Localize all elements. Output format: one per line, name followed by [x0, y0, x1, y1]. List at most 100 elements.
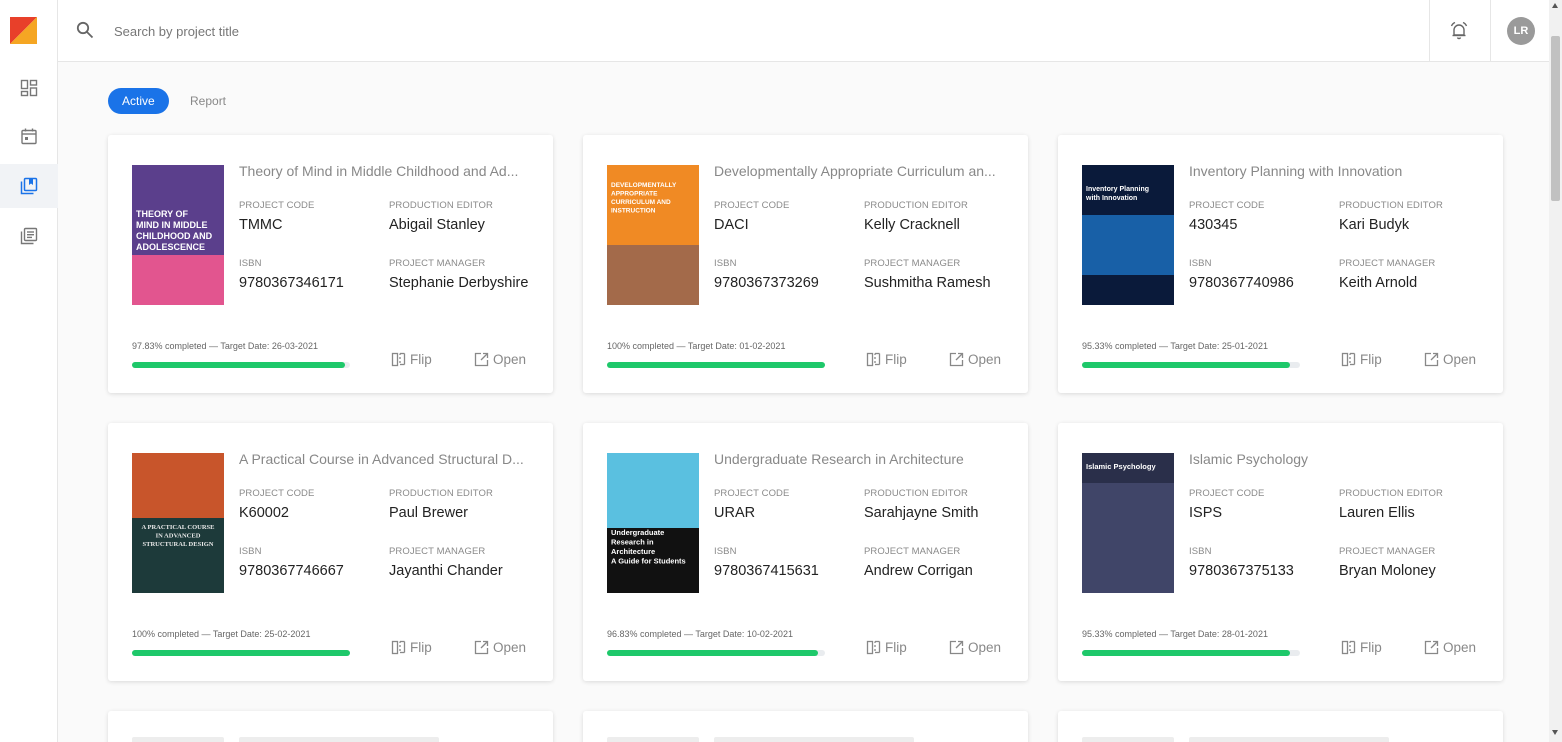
project-card[interactable]: A PRACTICAL COURSE IN ADVANCED STRUCTURAL … — [108, 423, 553, 681]
project-manager-value: Andrew Corrigan — [864, 563, 973, 579]
isbn-value: 9780367375133 — [1189, 563, 1294, 579]
progress-fill — [1082, 362, 1290, 368]
project-card[interactable]: Islamic Psychology Islamic Psychology PR… — [1058, 423, 1503, 681]
progress-text: 96.83% completed — Target Date: 10-02-20… — [607, 629, 793, 639]
document-list-icon — [20, 227, 38, 245]
open-label: Open — [493, 351, 527, 367]
project-card[interactable]: THEORY OF MIND IN MIDDLE CHILDHOOD AND ADOL… — [108, 135, 553, 393]
project-code-label: PROJECT CODE — [714, 488, 790, 499]
open-button[interactable]: Open — [474, 349, 526, 369]
production-editor-label: PRODUCTION EDITOR — [389, 200, 493, 211]
dashboard-icon — [20, 79, 38, 97]
cover-title-line: IN ADVANCED — [156, 533, 201, 540]
project-manager-value: Keith Arnold — [1339, 275, 1418, 291]
production-editor-label: PRODUCTION EDITOR — [389, 488, 493, 499]
open-button[interactable]: Open — [1424, 349, 1476, 369]
project-code-value: TMMC — [239, 217, 283, 233]
cover-title-line: Research in — [611, 538, 654, 547]
project-code-label: PROJECT CODE — [1189, 488, 1265, 499]
progress-fill — [132, 362, 346, 368]
scroll-down-arrow[interactable] — [1552, 730, 1558, 735]
cover-title-line: A PRACTICAL COURSE — [142, 524, 215, 531]
topbar-divider — [1429, 0, 1430, 62]
flip-button[interactable]: Flip — [866, 637, 907, 657]
page-scrollbar[interactable] — [1549, 0, 1562, 742]
open-label: Open — [1443, 351, 1477, 367]
open-button[interactable]: Open — [474, 637, 526, 657]
book-cover[interactable]: Islamic Psychology — [1082, 453, 1174, 593]
isbn-value: 9780367346171 — [239, 275, 344, 291]
book-cover[interactable]: THEORY OF MIND IN MIDDLE CHILDHOOD AND ADOL… — [132, 165, 224, 305]
open-button[interactable]: Open — [1424, 637, 1476, 657]
project-card[interactable] — [108, 711, 553, 742]
progress-text: 97.83% completed — Target Date: 26-03-20… — [132, 341, 318, 351]
title-placeholder — [239, 737, 439, 742]
isbn-label: ISBN — [714, 546, 737, 557]
tab-active[interactable]: Active — [108, 88, 169, 114]
flip-label: Flip — [1360, 639, 1382, 655]
cover-title-line: with Innovation — [1085, 195, 1137, 202]
isbn-label: ISBN — [714, 258, 737, 269]
flip-book-icon — [866, 640, 881, 654]
project-card[interactable]: DEVELOPMENTALLY APPROPRIATE CURRICULUM AND… — [583, 135, 1028, 393]
production-editor-value: Kelly Cracknell — [864, 217, 960, 233]
project-card[interactable] — [583, 711, 1028, 742]
scroll-thumb[interactable] — [1551, 36, 1560, 201]
cover-title-line: Undergraduate — [611, 528, 664, 537]
project-card[interactable] — [1058, 711, 1503, 742]
flip-button[interactable]: Flip — [391, 637, 432, 657]
flip-button[interactable]: Flip — [1341, 637, 1382, 657]
progress-fill — [1082, 650, 1290, 656]
book-cover[interactable]: Undergraduate Research in Architecture A Gu… — [607, 453, 699, 593]
production-editor-value: Sarahjayne Smith — [864, 505, 979, 521]
project-card[interactable]: Inventory Planning with Innovation Invent… — [1058, 135, 1503, 393]
sidebar-item-documents[interactable] — [0, 214, 58, 258]
books-icon — [20, 177, 38, 195]
flip-button[interactable]: Flip — [391, 349, 432, 369]
cover-title-line: STRUCTURAL DESIGN — [143, 541, 214, 548]
project-title[interactable]: Inventory Planning with Innovation — [1189, 163, 1489, 179]
project-title[interactable]: Undergraduate Research in Architecture — [714, 451, 1014, 467]
top-bar: LR — [58, 0, 1549, 62]
project-manager-value: Jayanthi Chander — [389, 563, 503, 579]
project-card[interactable]: Undergraduate Research in Architecture A Gu… — [583, 423, 1028, 681]
open-label: Open — [968, 639, 1002, 655]
cover-title-line: Inventory Planning — [1086, 186, 1149, 193]
book-cover[interactable]: Inventory Planning with Innovation — [1082, 165, 1174, 305]
flip-button[interactable]: Flip — [1341, 349, 1382, 369]
book-cover[interactable]: DEVELOPMENTALLY APPROPRIATE CURRICULUM AND… — [607, 165, 699, 305]
open-button[interactable]: Open — [949, 637, 1001, 657]
flip-book-icon — [1341, 640, 1356, 654]
book-cover[interactable]: A PRACTICAL COURSE IN ADVANCED STRUCTURAL … — [132, 453, 224, 593]
flip-book-icon — [391, 640, 406, 654]
search-input[interactable] — [114, 18, 714, 44]
app-logo[interactable] — [10, 17, 37, 44]
sidebar-item-books[interactable] — [0, 164, 58, 208]
project-title[interactable]: Islamic Psychology — [1189, 451, 1489, 467]
open-button[interactable]: Open — [949, 349, 1001, 369]
cover-title-line: A Guide for Students — [611, 557, 686, 566]
project-title[interactable]: Developmentally Appropriate Curriculum a… — [714, 163, 1014, 179]
production-editor-value: Abigail Stanley — [389, 217, 485, 233]
open-label: Open — [968, 351, 1002, 367]
scroll-up-arrow[interactable] — [1552, 3, 1558, 8]
cover-title-line: Architecture — [611, 547, 655, 556]
production-editor-value: Kari Budyk — [1339, 217, 1410, 233]
sidebar-item-calendar[interactable] — [0, 114, 58, 158]
open-external-icon — [949, 352, 964, 366]
topbar-divider — [1490, 0, 1491, 62]
cover-placeholder — [1082, 737, 1174, 742]
tab-report[interactable]: Report — [176, 88, 240, 114]
alarm-bell-icon[interactable] — [1448, 20, 1470, 42]
project-title[interactable]: Theory of Mind in Middle Childhood and A… — [239, 163, 539, 179]
avatar[interactable]: LR — [1507, 17, 1535, 45]
progress-text: 95.33% completed — Target Date: 28-01-20… — [1082, 629, 1268, 639]
flip-button[interactable]: Flip — [866, 349, 907, 369]
project-title[interactable]: A Practical Course in Advanced Structura… — [239, 451, 539, 467]
sidebar-item-dashboard[interactable] — [0, 66, 58, 110]
sidebar — [0, 0, 58, 742]
search-icon — [76, 21, 94, 39]
production-editor-label: PRODUCTION EDITOR — [1339, 200, 1443, 211]
project-manager-value: Sushmitha Ramesh — [864, 275, 991, 291]
flip-label: Flip — [1360, 351, 1382, 367]
